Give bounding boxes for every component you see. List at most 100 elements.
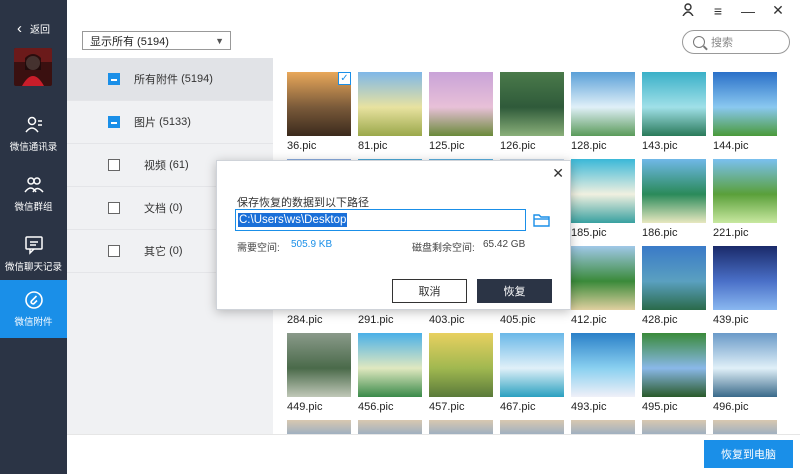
thumbnail-image[interactable] (500, 333, 564, 397)
chevron-left-icon: ‹ (17, 19, 22, 37)
thumbnail-image[interactable] (642, 159, 706, 223)
nav-item-chat[interactable]: 微信聊天记录 (0, 225, 67, 283)
thumbnail-image[interactable] (429, 72, 493, 136)
checkbox[interactable] (108, 116, 120, 128)
thumbnail-image[interactable] (358, 333, 422, 397)
thumbnail-item[interactable]: 428.pic (642, 246, 706, 327)
thumbnail-name: 495.pic (642, 401, 678, 413)
thumbnail-image[interactable] (287, 420, 351, 434)
thumbnail-item[interactable]: 143.pic (642, 72, 706, 153)
thumbnail-item[interactable]: 496.pic (713, 333, 777, 414)
thumbnail-image[interactable] (713, 246, 777, 310)
minimize-icon[interactable]: — (740, 3, 756, 19)
nav-item-groups[interactable]: 微信群组 (0, 165, 67, 223)
thumbnail-item[interactable]: 126.pic (500, 72, 564, 153)
thumbnail-item[interactable]: 144.pic (713, 72, 777, 153)
thumbnail-item[interactable]: 439.pic (713, 246, 777, 327)
checkbox[interactable] (108, 159, 120, 171)
thumbnail-image[interactable] (500, 72, 564, 136)
thumbnail-image[interactable] (642, 420, 706, 434)
thumbnail-item[interactable]: ✓ 36.pic (287, 72, 351, 153)
thumbnail-item[interactable]: 495.pic (642, 333, 706, 414)
category-label: 图片 (134, 117, 156, 129)
thumbnail-item[interactable]: 128.pic (571, 72, 635, 153)
thumbnail-name: 403.pic (429, 314, 465, 326)
checkbox[interactable] (108, 73, 120, 85)
thumbnail-item[interactable]: 449.pic (287, 333, 351, 414)
avatar (14, 48, 52, 86)
folder-icon[interactable] (533, 213, 550, 227)
thumbnail-name: 186.pic (642, 227, 678, 239)
thumbnail-name: 81.pic (358, 140, 388, 152)
disk-space-value: 65.42 GB (483, 239, 526, 250)
thumbnail-image[interactable] (287, 333, 351, 397)
back-button[interactable]: ‹ 返回 (0, 18, 67, 38)
filter-selected: 显示所有 (5194) (90, 35, 169, 48)
nav-item-contacts[interactable]: 微信通讯录 (0, 105, 67, 163)
restore-button[interactable]: 恢复 (477, 279, 552, 303)
thumbnail-image[interactable] (358, 420, 422, 434)
thumbnail-item[interactable]: 493.pic (571, 333, 635, 414)
thumbnail-item[interactable] (571, 420, 635, 434)
thumbnail-image[interactable] (571, 420, 635, 434)
close-icon[interactable]: ✕ (770, 2, 786, 19)
thumbnail-name: 493.pic (571, 401, 607, 413)
thumbnail-item[interactable]: 457.pic (429, 333, 493, 414)
thumbnail-name: 496.pic (713, 401, 749, 413)
required-space-label: 需要空间: (237, 243, 280, 254)
checkbox[interactable] (108, 245, 120, 257)
thumbnail-image[interactable] (713, 72, 777, 136)
thumbnail-image[interactable] (571, 72, 635, 136)
thumbnail-item[interactable]: 185.pic (571, 159, 635, 240)
user-icon[interactable] (680, 2, 696, 19)
category-all[interactable]: 所有附件 (5194) (67, 58, 273, 101)
thumbnail-item[interactable]: 186.pic (642, 159, 706, 240)
thumbnail-image[interactable] (642, 246, 706, 310)
thumbnail-item[interactable]: 467.pic (500, 333, 564, 414)
close-icon[interactable]: ✕ (552, 165, 564, 182)
thumbnail-image[interactable] (358, 72, 422, 136)
category-label: 视频 (144, 160, 166, 172)
thumbnail-item[interactable] (358, 420, 422, 434)
thumbnail-item[interactable]: 81.pic (358, 72, 422, 153)
category-count: (0) (169, 245, 183, 257)
thumbnail-image[interactable] (429, 333, 493, 397)
required-space-value: 505.9 KB (291, 239, 333, 250)
attachment-icon (24, 291, 43, 309)
thumbnail-image[interactable] (571, 159, 635, 223)
thumbnail-item[interactable] (713, 420, 777, 434)
thumbnail-item[interactable]: 412.pic (571, 246, 635, 327)
thumbnail-name: 144.pic (713, 140, 749, 152)
thumbnail-image[interactable]: ✓ (287, 72, 351, 136)
filter-dropdown[interactable]: 显示所有 (5194) ▼ (82, 31, 231, 50)
thumbnail-item[interactable] (287, 420, 351, 434)
path-input[interactable]: C:\Users\ws\Desktop (235, 209, 526, 231)
thumbnail-name: 467.pic (500, 401, 536, 413)
checkbox[interactable] (108, 202, 120, 214)
thumbnail-item[interactable]: 125.pic (429, 72, 493, 153)
thumbnail-image[interactable] (500, 420, 564, 434)
checkbox-checked-icon[interactable]: ✓ (338, 72, 351, 85)
thumbnail-item[interactable] (429, 420, 493, 434)
thumbnail-item[interactable]: 456.pic (358, 333, 422, 414)
thumbnail-image[interactable] (642, 72, 706, 136)
search-box[interactable]: 搜索 (682, 30, 790, 54)
cancel-button[interactable]: 取消 (392, 279, 467, 303)
thumbnail-name: 412.pic (571, 314, 607, 326)
thumbnail-image[interactable] (429, 420, 493, 434)
category-images[interactable]: 图片 (5133) (67, 101, 273, 144)
thumbnail-name: 405.pic (500, 314, 536, 326)
thumbnail-image[interactable] (713, 333, 777, 397)
thumbnail-image[interactable] (642, 333, 706, 397)
thumbnail-name: 428.pic (642, 314, 678, 326)
thumbnail-item[interactable]: 221.pic (713, 159, 777, 240)
thumbnail-image[interactable] (571, 333, 635, 397)
thumbnail-item[interactable] (642, 420, 706, 434)
nav-item-attachments[interactable]: 微信附件 (0, 280, 67, 338)
thumbnail-image[interactable] (713, 159, 777, 223)
menu-icon[interactable]: ≡ (710, 3, 726, 19)
thumbnail-image[interactable] (713, 420, 777, 434)
restore-to-pc-button[interactable]: 恢复到电脑 (704, 440, 793, 468)
thumbnail-item[interactable] (500, 420, 564, 434)
thumbnail-image[interactable] (571, 246, 635, 310)
